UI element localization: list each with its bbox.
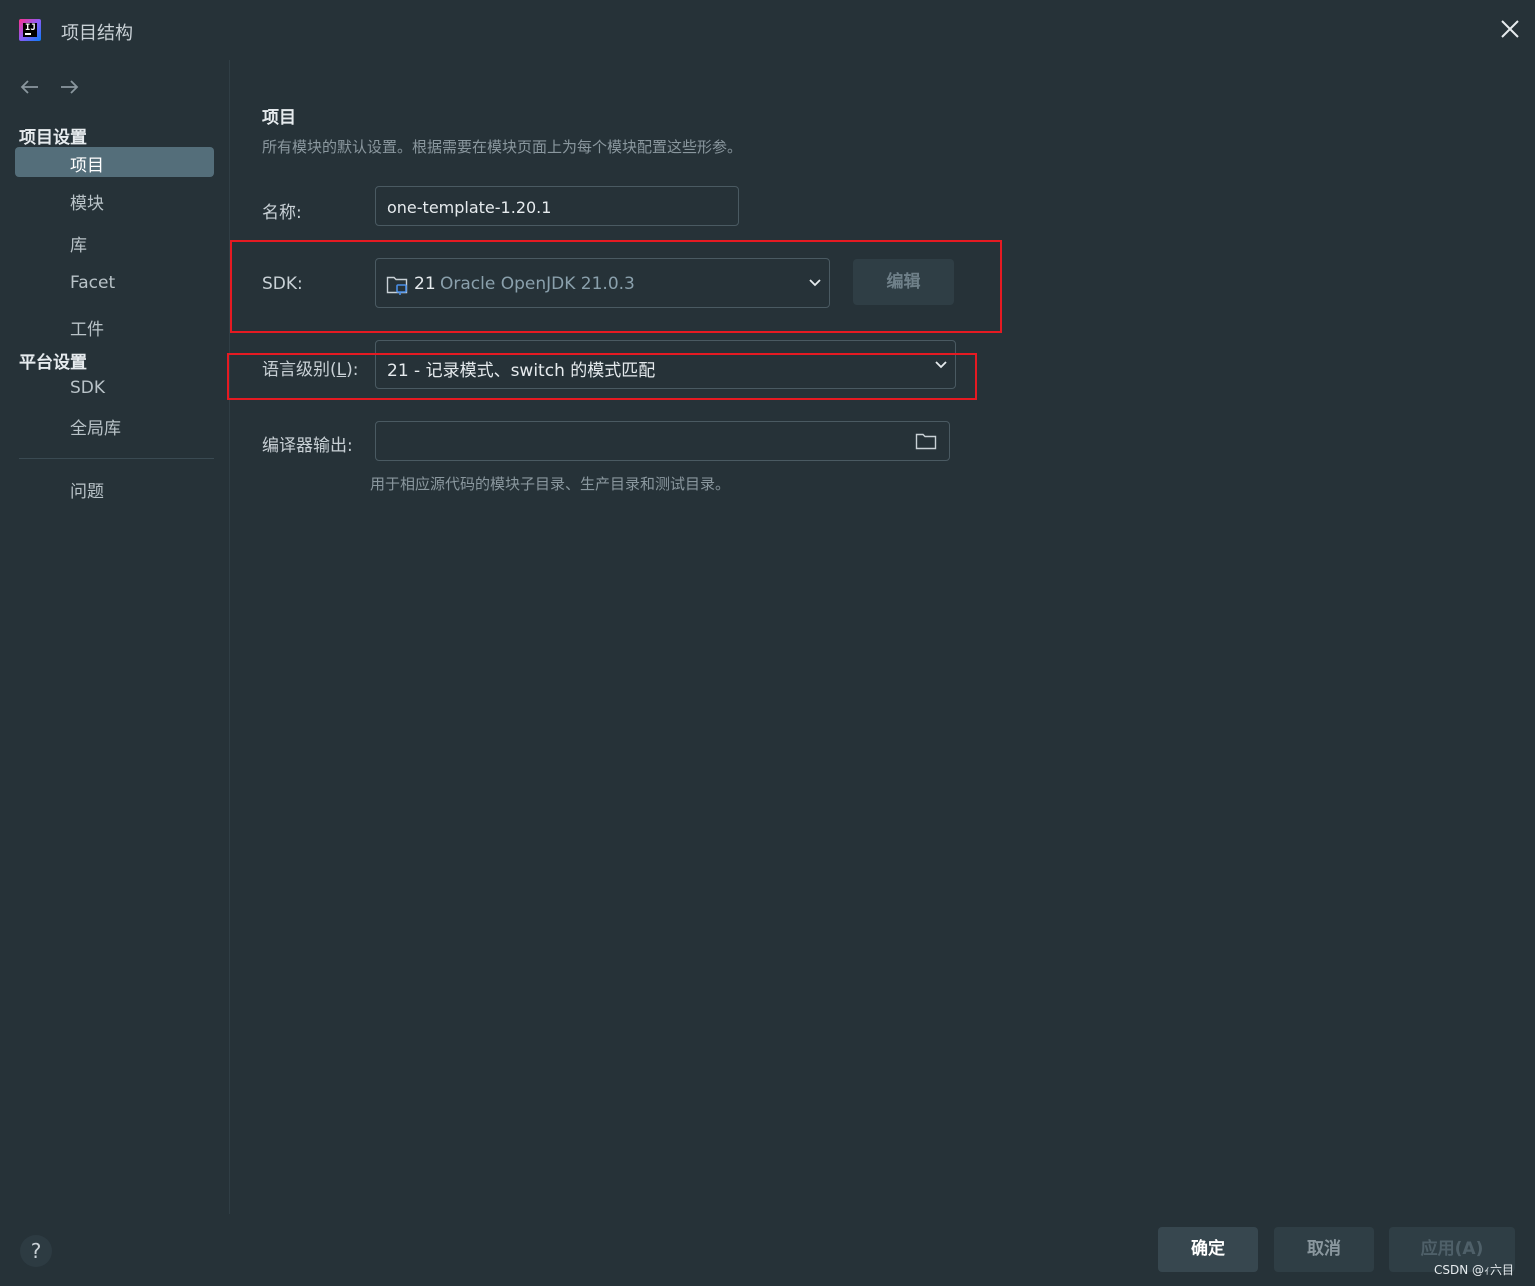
back-arrow-icon[interactable] — [18, 75, 42, 99]
cancel-button[interactable]: 取消 — [1274, 1227, 1374, 1272]
language-level-label: 语言级别(L): — [262, 355, 359, 380]
page-description: 所有模块的默认设置。根据需要在模块页面上为每个模块配置这些形参。 — [262, 138, 743, 156]
sdk-folder-icon — [386, 276, 408, 295]
language-level-label-prefix: 语言级别( — [262, 360, 337, 380]
sidebar-item-modules[interactable]: 模块 — [70, 189, 104, 214]
project-settings-header: 项目设置 — [19, 128, 87, 148]
sdk-label: SDK: — [262, 274, 303, 294]
sidebar-item-sdks[interactable]: SDK — [70, 378, 105, 398]
chevron-down-icon — [809, 279, 821, 287]
sidebar — [0, 60, 230, 1214]
sidebar-item-label: 项目 — [70, 156, 104, 176]
sidebar-item-problems[interactable]: 问题 — [70, 477, 104, 502]
page-title: 项目 — [262, 108, 296, 128]
platform-settings-header: 平台设置 — [19, 353, 87, 373]
sidebar-divider — [19, 458, 214, 459]
forward-arrow-icon[interactable] — [57, 75, 81, 99]
ok-button[interactable]: 确定 — [1158, 1227, 1258, 1272]
compiler-output-hint: 用于相应源代码的模块子目录、生产目录和测试目录。 — [370, 475, 731, 493]
name-label: 名称: — [262, 203, 302, 223]
language-level-value: 21 - 记录模式、switch 的模式匹配 — [387, 361, 656, 381]
sdk-name: Oracle OpenJDK 21.0.3 — [440, 274, 635, 294]
language-level-label-suffix: ): — [346, 360, 359, 380]
sidebar-item-global-libraries[interactable]: 全局库 — [70, 414, 121, 439]
window-title: 项目结构 — [61, 23, 133, 44]
close-icon[interactable] — [1499, 18, 1521, 40]
compiler-output-field[interactable] — [375, 421, 950, 461]
intellij-logo-icon: IJ — [19, 19, 41, 41]
sidebar-item-libraries[interactable]: 库 — [70, 231, 87, 256]
sdk-version: 21 — [414, 274, 436, 294]
project-name-value: one-template-1.20.1 — [387, 198, 552, 217]
watermark: CSDN @ｨ六目 — [1434, 1263, 1515, 1277]
language-level-dropdown[interactable]: 21 - 记录模式、switch 的模式匹配 — [375, 340, 956, 389]
compiler-output-label: 编译器输出: — [262, 436, 353, 456]
sidebar-item-artifacts[interactable]: 工件 — [70, 315, 104, 340]
sidebar-item-facets[interactable]: Facet — [70, 273, 115, 293]
folder-browse-icon[interactable] — [915, 431, 937, 451]
sdk-dropdown[interactable]: 21 Oracle OpenJDK 21.0.3 — [375, 258, 830, 308]
title-bar: IJ 项目结构 — [0, 0, 1535, 60]
chevron-down-icon — [935, 360, 947, 368]
sidebar-item-project[interactable]: 项目 — [15, 147, 214, 177]
language-level-mnemonic: L — [336, 360, 347, 380]
edit-sdk-button[interactable]: 编辑 — [853, 259, 954, 305]
project-name-field[interactable]: one-template-1.20.1 — [375, 186, 739, 226]
help-button[interactable]: ? — [20, 1235, 52, 1267]
